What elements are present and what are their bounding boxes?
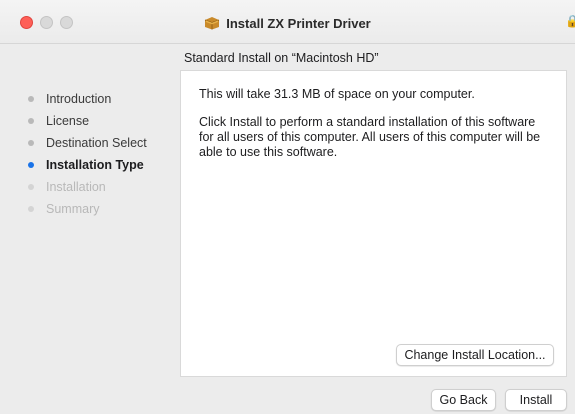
step-destination-select: Destination Select (28, 134, 147, 152)
step-label: Destination Select (46, 136, 147, 150)
step-label: Summary (46, 202, 100, 216)
installer-window: Install ZX Printer Driver 🔒 Introduction… (0, 0, 575, 414)
go-back-button[interactable]: Go Back (431, 389, 496, 411)
step-bullet (28, 206, 34, 212)
window-title: Install ZX Printer Driver (226, 15, 371, 31)
window-title-group: Install ZX Printer Driver (0, 13, 575, 33)
page-heading: Standard Install on “Macintosh HD” (184, 51, 379, 65)
content-panel: This will take 31.3 MB of space on your … (180, 70, 567, 377)
title-bar: Install ZX Printer Driver 🔒 (0, 0, 575, 44)
space-required-text: This will take 31.3 MB of space on your … (199, 87, 475, 101)
step-bullet (28, 184, 34, 190)
step-label: Introduction (46, 92, 112, 106)
install-button[interactable]: Install (505, 389, 567, 411)
step-installation-type: Installation Type (28, 156, 144, 174)
steps-sidebar: Introduction License Destination Select … (0, 44, 175, 414)
step-bullet (28, 140, 34, 146)
lock-icon: 🔒 (565, 14, 575, 28)
step-introduction: Introduction (28, 90, 111, 108)
install-description-text: Click Install to perform a standard inst… (199, 115, 541, 159)
step-license: License (28, 112, 89, 130)
step-label: Installation Type (46, 158, 144, 172)
change-install-location-button[interactable]: Change Install Location... (396, 344, 554, 366)
package-icon (205, 17, 220, 30)
step-bullet (28, 118, 34, 124)
step-installation: Installation (28, 178, 106, 196)
step-bullet (28, 96, 34, 102)
step-summary: Summary (28, 200, 99, 218)
step-bullet-active (28, 162, 34, 168)
step-label: Installation (46, 180, 106, 194)
step-label: License (46, 114, 90, 128)
